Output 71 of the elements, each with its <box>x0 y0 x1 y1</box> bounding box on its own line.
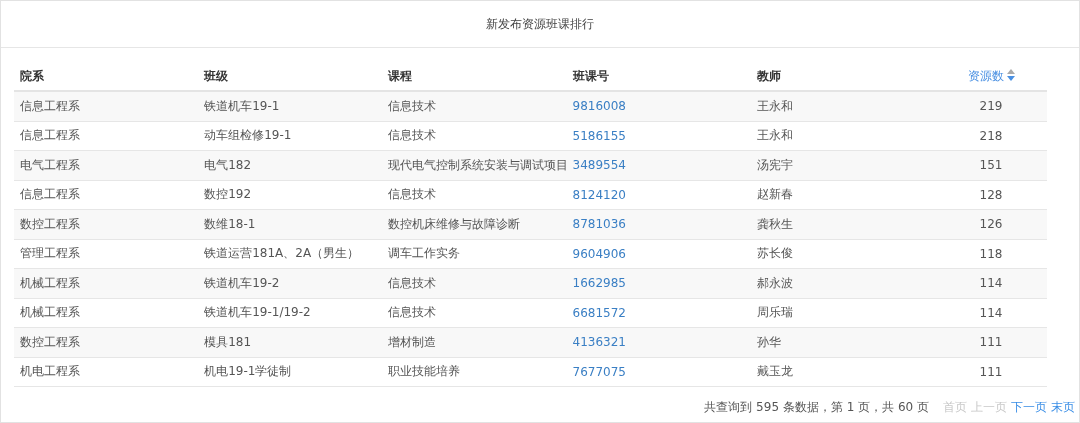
class-code-link[interactable]: 9816008 <box>572 99 626 114</box>
pagination-link[interactable]: 末页 <box>1051 399 1075 416</box>
table-cell: 信息工程系 <box>20 98 80 113</box>
table-cell: 管理工程系 <box>20 246 80 261</box>
table-cell: 模具181 <box>204 334 252 349</box>
table-cell: 数控工程系 <box>20 216 80 231</box>
table-cell: 王永和 <box>756 128 793 143</box>
class-code-link[interactable]: 1662985 <box>572 276 626 291</box>
table-cell: 戴玉龙 <box>756 364 793 379</box>
class-code-link[interactable]: 7677075 <box>572 364 626 379</box>
table-cell: 孙华 <box>756 334 781 349</box>
table-cell: 151 <box>979 158 1003 173</box>
table-cell: 调车工作实务 <box>388 246 461 261</box>
class-code-link[interactable]: 8781036 <box>572 217 626 232</box>
class-code-link[interactable]: 9604906 <box>572 246 626 261</box>
table-cell: 数控机床维修与故障诊断 <box>388 216 521 231</box>
table-cell: 信息技术 <box>388 305 437 320</box>
table-cell: 周乐瑞 <box>756 305 793 320</box>
table-cell: 职业技能培养 <box>388 364 461 379</box>
table-cell: 219 <box>979 99 1003 114</box>
table-cell: 动车组检修19-1 <box>204 128 292 143</box>
table-cell: 电气182 <box>204 157 252 172</box>
table-cell: 机械工程系 <box>20 305 80 320</box>
sort-icon[interactable] <box>1006 68 1015 81</box>
table-cell: 信息技术 <box>388 98 437 113</box>
table-cell: 铁道运营181A、2A（男生） <box>204 246 360 261</box>
table-cell: 铁道机车19-2 <box>204 275 280 290</box>
table-cell: 118 <box>979 246 1003 261</box>
table-cell: 信息工程系 <box>20 187 80 202</box>
table-cell: 信息技术 <box>388 128 437 143</box>
panel-title: 新发布资源班课排行 <box>486 15 594 33</box>
table-cell: 数控192 <box>204 187 252 202</box>
table-cell: 铁道机车19-1/19-2 <box>204 305 311 320</box>
table-cell: 信息技术 <box>388 275 437 290</box>
column-header: 教师 <box>756 68 781 83</box>
table-cell: 114 <box>979 305 1003 320</box>
table-cell: 汤宪宇 <box>756 157 793 172</box>
class-code-link[interactable]: 6681572 <box>572 305 626 320</box>
table-cell: 龚秋生 <box>756 216 793 231</box>
table-cell: 111 <box>979 335 1003 350</box>
table-cell: 数控工程系 <box>20 334 80 349</box>
table-cell: 数维18-1 <box>204 216 256 231</box>
column-header: 院系 <box>20 68 44 83</box>
column-header: 课程 <box>388 68 413 83</box>
table-cell: 信息工程系 <box>20 128 80 143</box>
table-cell: 128 <box>979 187 1003 202</box>
table-cell: 王永和 <box>756 98 793 113</box>
table-cell: 218 <box>979 128 1003 143</box>
class-code-link[interactable]: 3489554 <box>572 158 626 173</box>
table-cell: 126 <box>979 217 1003 232</box>
column-header: 班级 <box>204 68 229 83</box>
table-cell: 电气工程系 <box>20 157 80 172</box>
result-summary: 共查询到 595 条数据，第 1 页，共 60 页 <box>704 399 929 416</box>
table-cell: 机电19-1学徒制 <box>204 364 292 379</box>
pagination-link[interactable]: 下一页 <box>1011 399 1047 416</box>
table-cell: 苏长俊 <box>756 246 793 261</box>
table-cell: 机械工程系 <box>20 275 80 290</box>
table-cell: 114 <box>979 276 1003 291</box>
table-cell: 信息技术 <box>388 187 437 202</box>
table-cell: 增材制造 <box>388 334 437 349</box>
class-code-link[interactable]: 8124120 <box>572 187 626 202</box>
class-code-link[interactable]: 4136321 <box>572 335 626 350</box>
table-cell: 赵新春 <box>756 187 793 202</box>
column-header[interactable]: 资源数 <box>967 67 1004 85</box>
table-cell: 铁道机车19-1 <box>204 98 280 113</box>
class-code-link[interactable]: 5186155 <box>572 128 626 143</box>
table-cell: 机电工程系 <box>20 364 80 379</box>
table-cell: 郝永波 <box>756 275 793 290</box>
table-cell: 现代电气控制系统安装与调试项目 <box>388 157 569 172</box>
column-header: 班课号 <box>572 68 609 83</box>
table-cell: 111 <box>979 364 1003 379</box>
